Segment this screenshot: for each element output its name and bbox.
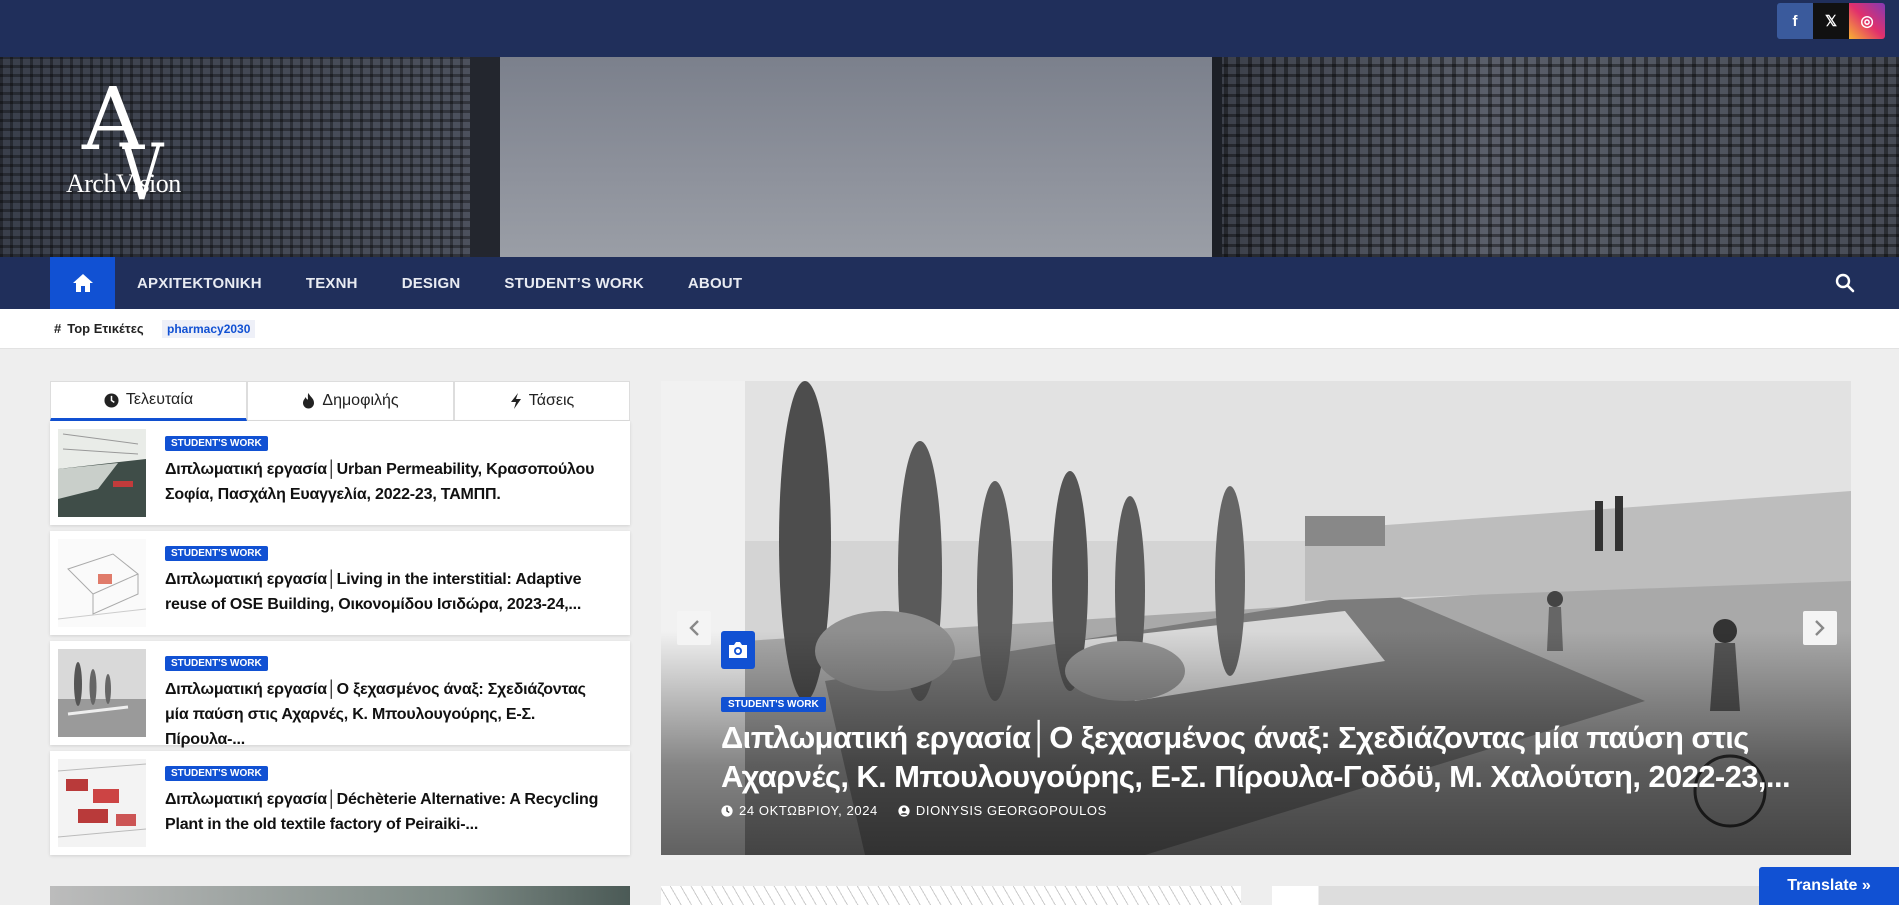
hero-date-text: 24 ΟΚΤΩΒΡΙΟΥ, 2024	[739, 803, 878, 818]
tab-latest-label: Τελευταία	[125, 391, 194, 408]
clock-icon	[104, 392, 119, 408]
post-title[interactable]: Διπλωματική εργασία│Urban Permeability, …	[165, 457, 605, 507]
fire-icon	[303, 393, 315, 409]
top-tags-heading: # Top Ετικέτες	[54, 321, 144, 336]
main-nav: ΑΡΧΙΤΕΚΤΟΝΙΚΗ ΤΕΧΝΗ DESIGN STUDENT’S WOR…	[0, 257, 1899, 309]
instagram-icon[interactable]: ◎	[1849, 3, 1885, 39]
nav-item-architecture[interactable]: ΑΡΧΙΤΕΚΤΟΝΙΚΗ	[115, 275, 284, 292]
hero-meta: 24 ΟΚΤΩΒΡΙΟΥ, 2024 DIONYSIS GEORGOPOULOS	[721, 803, 1107, 818]
hero-category-badge[interactable]: STUDENT'S WORK	[721, 697, 826, 712]
post-title[interactable]: Διπλωματική εργασία│Déchèterie Alternati…	[165, 787, 605, 837]
user-icon	[898, 804, 910, 817]
top-tags-label: Top Ετικέτες	[67, 321, 144, 336]
nav-item-art[interactable]: ΤΕΧΝΗ	[284, 275, 380, 292]
top-tags-bar: # Top Ετικέτες pharmacy2030	[0, 309, 1899, 349]
post-tabs: Τελευταία Δημοφιλής Τάσεις	[50, 381, 630, 421]
post-category-badge[interactable]: STUDENT'S WORK	[165, 436, 268, 451]
post-category-badge[interactable]: STUDENT'S WORK	[165, 766, 268, 781]
x-twitter-icon[interactable]: 𝕏	[1813, 3, 1849, 39]
bolt-icon	[510, 393, 521, 409]
chevron-right-icon	[1815, 620, 1825, 636]
tab-popular[interactable]: Δημοφιλής	[247, 381, 454, 421]
banner-sky	[500, 57, 1215, 257]
gallery-format-badge	[721, 631, 755, 669]
home-icon	[72, 274, 93, 292]
post-item[interactable]: STUDENT'S WORK Διπλωματική εργασία│Urban…	[50, 421, 630, 525]
chevron-left-icon	[689, 620, 699, 636]
nav-item-students-work[interactable]: STUDENT’S WORK	[482, 275, 665, 292]
nav-menu: ΑΡΧΙΤΕΚΤΟΝΙΚΗ ΤΕΧΝΗ DESIGN STUDENT’S WOR…	[115, 257, 764, 309]
post-item[interactable]: STUDENT'S WORK Διπλωματική εργασία│Livin…	[50, 531, 630, 635]
post-thumbnail[interactable]	[58, 759, 146, 847]
slider-next-button[interactable]	[1803, 611, 1837, 645]
facebook-icon[interactable]: f	[1777, 3, 1813, 39]
slider-prev-button[interactable]	[677, 611, 711, 645]
banner-building-edge	[1212, 57, 1222, 257]
banner-building-shadow	[470, 57, 500, 257]
top-bar: f 𝕏 ◎	[0, 0, 1899, 57]
post-card-preview[interactable]	[661, 886, 1241, 905]
post-title[interactable]: Διπλωματική εργασία│Living in the inters…	[165, 567, 605, 617]
hero-title[interactable]: Διπλωματική εργασία│Ο ξεχασμένος άναξ: Σ…	[721, 718, 1821, 796]
featured-slider[interactable]: STUDENT'S WORK Διπλωματική εργασία│Ο ξεχ…	[661, 381, 1851, 855]
search-icon[interactable]	[1833, 271, 1857, 295]
home-button[interactable]	[50, 257, 115, 309]
nav-item-design[interactable]: DESIGN	[380, 275, 483, 292]
post-category-badge[interactable]: STUDENT'S WORK	[165, 656, 268, 671]
clock-icon	[721, 804, 733, 817]
post-title[interactable]: Διπλωματική εργασία│Ο ξεχασμένος άναξ: Σ…	[165, 677, 605, 752]
logo-brand-text: ArchVision	[66, 169, 181, 198]
hero-date: 24 ΟΚΤΩΒΡΙΟΥ, 2024	[721, 803, 878, 818]
banner-building-right	[1212, 57, 1899, 257]
post-thumbnail[interactable]	[58, 429, 146, 517]
social-links: f 𝕏 ◎	[1777, 3, 1885, 39]
post-item[interactable]: STUDENT'S WORK Διπλωματική εργασία│Déchè…	[50, 751, 630, 855]
tab-trending[interactable]: Τάσεις	[454, 381, 630, 421]
tag-chip[interactable]: pharmacy2030	[162, 320, 256, 338]
post-card-preview[interactable]	[50, 886, 630, 905]
tab-latest[interactable]: Τελευταία	[50, 381, 247, 421]
translate-button[interactable]: Translate »	[1759, 867, 1899, 905]
post-category-badge[interactable]: STUDENT'S WORK	[165, 546, 268, 561]
nav-item-about[interactable]: ABOUT	[666, 275, 764, 292]
post-thumbnail[interactable]	[58, 649, 146, 737]
header-banner: A V ArchVision	[0, 57, 1899, 257]
site-logo[interactable]: A V ArchVision	[60, 77, 200, 233]
hashtag-icon: #	[54, 321, 62, 336]
hero-author-text: DIONYSIS GEORGOPOULOS	[915, 803, 1107, 818]
camera-icon	[729, 642, 747, 658]
post-thumbnail[interactable]	[58, 539, 146, 627]
tab-popular-label: Δημοφιλής	[322, 392, 399, 409]
hero-author[interactable]: DIONYSIS GEORGOPOULOS	[898, 803, 1107, 818]
post-item[interactable]: STUDENT'S WORK Διπλωματική εργασία│Ο ξεχ…	[50, 641, 630, 748]
tab-trending-label: Τάσεις	[528, 392, 575, 409]
